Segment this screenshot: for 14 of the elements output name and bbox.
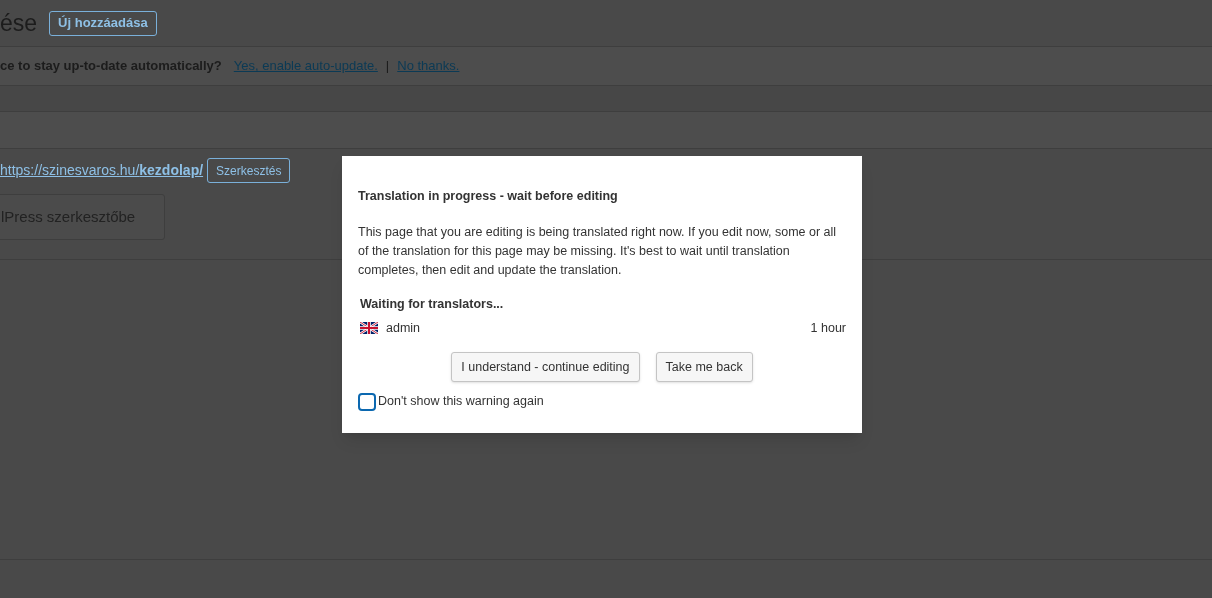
take-me-back-button[interactable]: Take me back (655, 352, 753, 383)
permalink-link[interactable]: https://szinesvaros.hu/kezdolap/ (0, 160, 204, 181)
uk-flag-icon (360, 321, 378, 334)
continue-editing-button[interactable]: I understand - continue editing (451, 352, 640, 383)
add-new-button[interactable]: Új hozzáadása (49, 10, 157, 36)
link-separator: | (385, 57, 390, 76)
dialog-message: This page that you are editing is being translated right now. If you edit now, some or all of the translation for this page may be missing. It's best to wait until translation completes, then edit and update the translation. (358, 223, 838, 279)
checkbox-label: Don't show this warning again (378, 393, 544, 411)
waiting-heading: Waiting for translators... (360, 295, 505, 313)
dialog-title: Translation in progress - wait before editing (358, 188, 619, 205)
translator-name: admin (386, 319, 421, 337)
edit-permalink-button[interactable]: Szerkesztés (207, 158, 291, 183)
translator-time: 1 hour (810, 319, 846, 337)
dont-show-checkbox[interactable] (358, 392, 376, 411)
